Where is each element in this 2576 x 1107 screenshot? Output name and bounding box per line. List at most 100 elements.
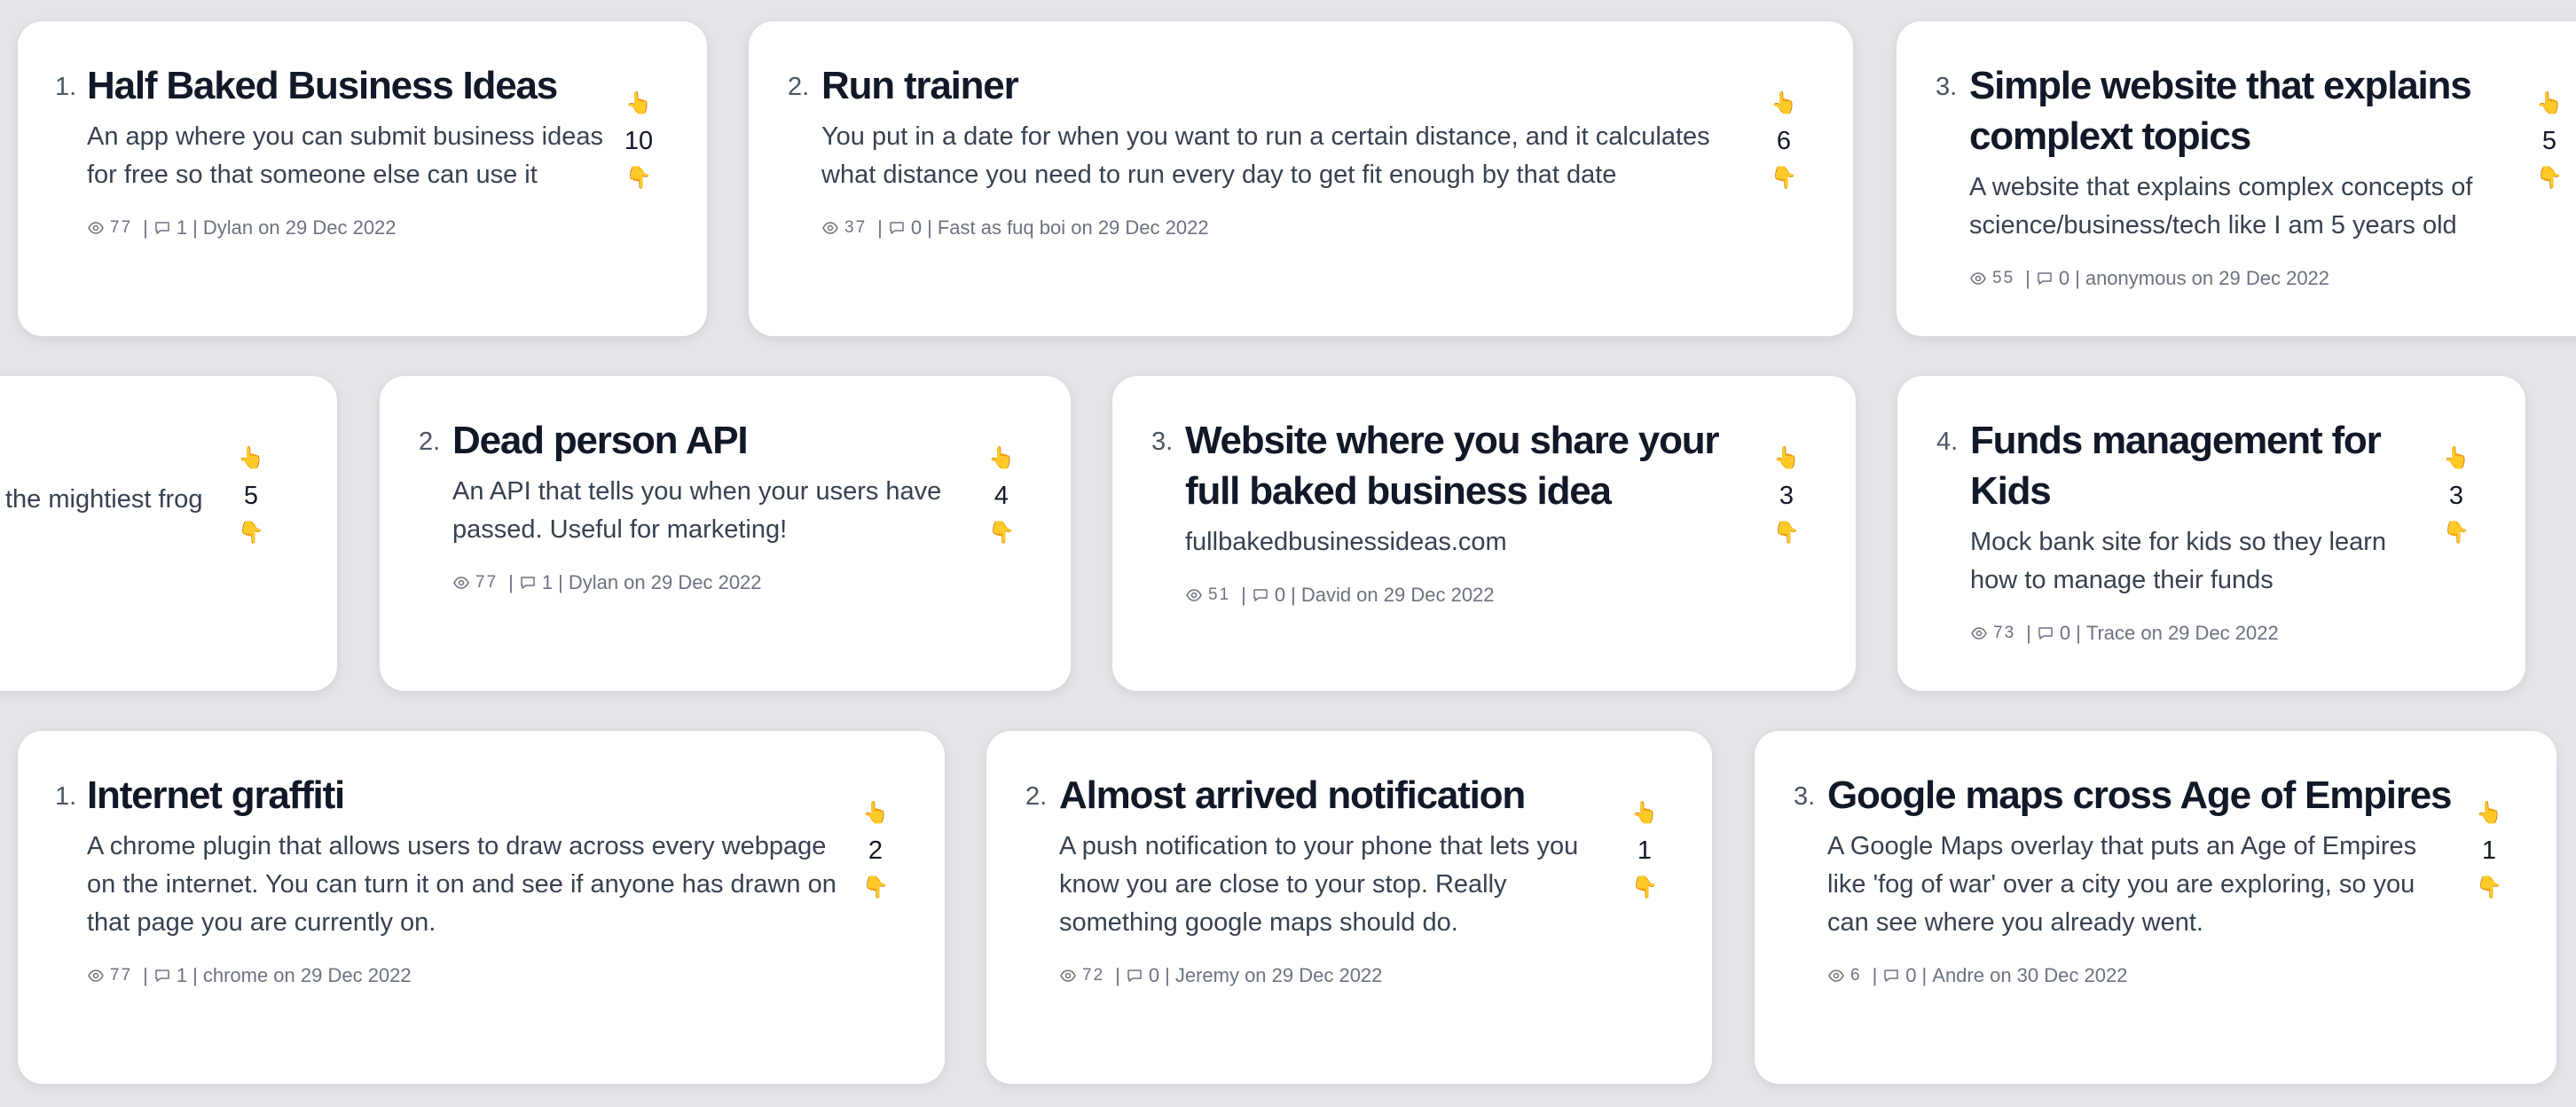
idea-rank: 3. bbox=[1936, 73, 1958, 101]
view-count: 6 bbox=[1850, 966, 1862, 985]
vote-widget: 👆 3 👇 bbox=[2430, 445, 2483, 546]
idea-title[interactable]: Almost arrived notification bbox=[1059, 770, 1600, 820]
upvote-icon[interactable]: 👆 bbox=[1757, 90, 1810, 117]
vote-widget: 👆 4 👇 bbox=[975, 445, 1028, 546]
vote-count: 1 bbox=[1637, 836, 1653, 865]
downvote-icon[interactable]: 👇 bbox=[975, 520, 1028, 546]
vote-count: 3 bbox=[2448, 482, 2464, 510]
view-count: 55 bbox=[1992, 269, 2015, 287]
comment-count: 1 bbox=[176, 964, 188, 986]
eye-icon bbox=[822, 222, 838, 234]
idea-card[interactable]: the mightiest frog 👆 5 👇 bbox=[0, 376, 337, 691]
idea-description: the mightiest frog bbox=[5, 485, 203, 514]
upvote-icon[interactable]: 👆 bbox=[2430, 445, 2483, 472]
idea-card[interactable]: 2. Dead person API An API that tells you… bbox=[380, 376, 1071, 691]
idea-byline: David on 29 Dec 2022 bbox=[1300, 584, 1495, 606]
idea-byline: Jeremy on 29 Dec 2022 bbox=[1174, 964, 1383, 986]
vote-widget: 👆 5 👇 bbox=[2523, 90, 2576, 192]
idea-card[interactable]: 4. Funds management for Kids Mock bank s… bbox=[1897, 376, 2525, 691]
idea-description: A website that explains complex concepts… bbox=[1969, 173, 2473, 239]
idea-description: A push notification to your phone that l… bbox=[1059, 832, 1579, 937]
idea-title[interactable]: Internet graffiti bbox=[87, 770, 841, 820]
idea-description: fullbakedbusinessideas.com bbox=[1185, 528, 1507, 556]
idea-title[interactable]: Dead person API bbox=[452, 415, 967, 466]
upvote-icon[interactable]: 👆 bbox=[1760, 445, 1813, 472]
vote-count: 2 bbox=[868, 836, 884, 865]
idea-meta: 77 | 1 | chrome on 29 Dec 2022 bbox=[87, 963, 841, 988]
comment-count: 1 bbox=[176, 216, 188, 239]
eye-icon bbox=[1186, 589, 1202, 601]
idea-title[interactable]: Funds management for Kids bbox=[1970, 415, 2431, 516]
comment-bubble-icon bbox=[1884, 970, 1899, 982]
vote-count: 3 bbox=[1779, 482, 1795, 510]
comment-count: 0 bbox=[2058, 267, 2070, 289]
vote-widget: 👆 1 👇 bbox=[1618, 800, 1671, 901]
idea-description: A Google Maps overlay that puts an Age o… bbox=[1827, 832, 2417, 937]
vote-widget: 👆 6 👇 bbox=[1757, 90, 1810, 192]
idea-card[interactable]: 1. Internet graffiti A chrome plugin tha… bbox=[18, 731, 945, 1084]
idea-byline: chrome on 29 Dec 2022 bbox=[202, 964, 412, 986]
upvote-icon[interactable]: 👆 bbox=[975, 445, 1028, 472]
comment-count: 0 bbox=[1148, 964, 1160, 986]
idea-title[interactable]: Run trainer bbox=[821, 60, 1726, 111]
downvote-icon[interactable]: 👇 bbox=[612, 165, 665, 192]
view-count: 77 bbox=[110, 966, 133, 985]
downvote-icon[interactable]: 👇 bbox=[849, 875, 902, 901]
idea-rank: 3. bbox=[1151, 428, 1174, 456]
idea-title[interactable]: Simple website that explains complext to… bbox=[1969, 60, 2501, 161]
vote-count: 10 bbox=[624, 127, 654, 155]
downvote-icon[interactable]: 👇 bbox=[1760, 520, 1813, 546]
eye-icon bbox=[88, 222, 104, 234]
view-count: 73 bbox=[1993, 624, 2016, 642]
idea-rank: 2. bbox=[1025, 782, 1048, 811]
idea-card[interactable]: 3. Website where you share your full bak… bbox=[1112, 376, 1856, 691]
idea-title[interactable]: Google maps cross Age of Empires bbox=[1827, 770, 2452, 820]
comment-bubble-icon bbox=[1253, 589, 1268, 601]
downvote-icon[interactable]: 👇 bbox=[2523, 165, 2576, 192]
eye-icon bbox=[1060, 970, 1076, 982]
eye-icon bbox=[1828, 970, 1844, 982]
idea-byline: anonymous on 29 Dec 2022 bbox=[2085, 267, 2330, 289]
vote-count: 5 bbox=[2541, 127, 2557, 155]
downvote-icon[interactable]: 👇 bbox=[2430, 520, 2483, 546]
idea-card[interactable]: 1. Half Baked Business Ideas An app wher… bbox=[18, 21, 707, 336]
idea-card[interactable]: 2. Run trainer You put in a date for whe… bbox=[749, 21, 1853, 336]
idea-description: An API that tells you when your users ha… bbox=[452, 477, 942, 544]
idea-meta: 51 | 0 | David on 29 Dec 2022 bbox=[1185, 583, 1735, 608]
upvote-icon[interactable]: 👆 bbox=[849, 800, 902, 827]
idea-rank: 1. bbox=[55, 73, 77, 101]
idea-rank: 2. bbox=[419, 428, 441, 456]
idea-rank: 4. bbox=[1936, 428, 1959, 456]
upvote-icon[interactable]: 👆 bbox=[1618, 800, 1671, 827]
idea-card[interactable]: 3. Simple website that explains complext… bbox=[1897, 21, 2576, 336]
idea-title[interactable]: Half Baked Business Ideas bbox=[87, 60, 610, 111]
comment-count: 0 bbox=[1905, 964, 1917, 986]
idea-meta: 72 | 0 | Jeremy on 29 Dec 2022 bbox=[1059, 963, 1600, 988]
vote-count: 6 bbox=[1776, 127, 1792, 155]
view-count: 77 bbox=[110, 218, 133, 237]
comment-bubble-icon bbox=[1127, 970, 1142, 982]
idea-byline: Dylan on 29 Dec 2022 bbox=[202, 216, 397, 239]
upvote-icon[interactable]: 👆 bbox=[224, 445, 278, 472]
downvote-icon[interactable]: 👇 bbox=[2462, 875, 2516, 901]
vote-count: 4 bbox=[993, 482, 1009, 510]
vote-count: 1 bbox=[2481, 836, 2497, 865]
comment-bubble-icon bbox=[2038, 627, 2053, 640]
upvote-icon[interactable]: 👆 bbox=[612, 90, 665, 117]
downvote-icon[interactable]: 👇 bbox=[1757, 165, 1810, 192]
idea-description: A chrome plugin that allows users to dra… bbox=[87, 832, 836, 937]
vote-widget: 👆 3 👇 bbox=[1760, 445, 1813, 546]
idea-title[interactable]: Website where you share your full baked … bbox=[1185, 415, 1735, 516]
downvote-icon[interactable]: 👇 bbox=[224, 520, 278, 546]
idea-byline: Andre on 30 Dec 2022 bbox=[1932, 964, 2128, 986]
idea-description: You put in a date for when you want to r… bbox=[821, 122, 1710, 189]
upvote-icon[interactable]: 👆 bbox=[2462, 800, 2516, 827]
idea-byline: Dylan on 29 Dec 2022 bbox=[568, 571, 762, 593]
idea-card[interactable]: 3. Google maps cross Age of Empires A Go… bbox=[1755, 731, 2556, 1084]
idea-meta: 73 | 0 | Trace on 29 Dec 2022 bbox=[1970, 621, 2431, 646]
upvote-icon[interactable]: 👆 bbox=[2523, 90, 2576, 117]
idea-card[interactable]: 2. Almost arrived notification A push no… bbox=[986, 731, 1712, 1084]
eye-icon bbox=[88, 970, 104, 982]
downvote-icon[interactable]: 👇 bbox=[1618, 875, 1671, 901]
comment-count: 0 bbox=[1274, 584, 1286, 606]
